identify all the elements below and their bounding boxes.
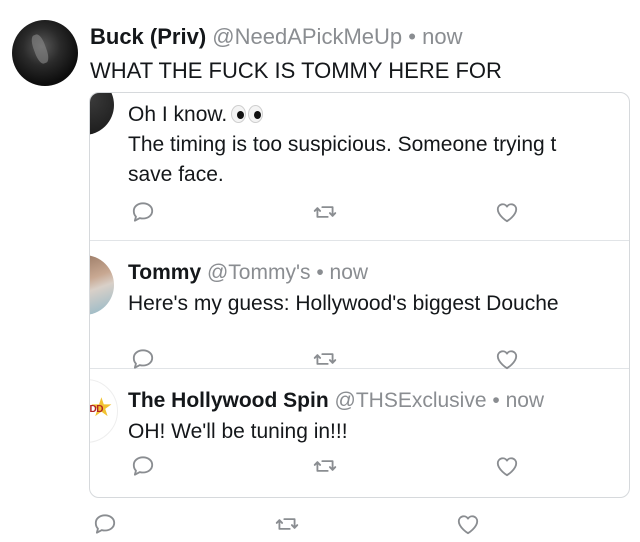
- thread-text: Here's my guess: Hollywood's biggest Dou…: [128, 292, 559, 315]
- thread-avatar[interactable]: [90, 255, 114, 315]
- thread-avatar[interactable]: ★ ODD: [89, 379, 118, 443]
- handle[interactable]: @Tommy's: [207, 261, 311, 284]
- comment-icon[interactable]: [92, 511, 118, 537]
- timestamp[interactable]: now: [330, 261, 369, 284]
- separator-dot: •: [316, 261, 324, 284]
- heart-icon[interactable]: [494, 199, 520, 225]
- user-avatar[interactable]: [12, 20, 78, 86]
- action-bar: [90, 453, 629, 479]
- thread-header: Tommy @Tommy's • now: [128, 261, 368, 285]
- handle[interactable]: @NeedAPickMeUp: [212, 24, 402, 49]
- retweet-icon[interactable]: [312, 199, 338, 225]
- tweet-header: Buck (Priv) @NeedAPickMeUp • now: [90, 24, 462, 50]
- separator-dot: •: [492, 389, 500, 412]
- eyes-emoji-icon: [231, 105, 265, 123]
- heart-icon[interactable]: [455, 511, 481, 537]
- thread-text-line: The timing is too suspicious. Someone tr…: [128, 133, 557, 156]
- comment-icon[interactable]: [130, 199, 156, 225]
- comment-icon[interactable]: [130, 453, 156, 479]
- thread-item[interactable]: Tommy @Tommy's • now Here's my guess: Ho…: [90, 241, 629, 369]
- retweet-icon[interactable]: [312, 453, 338, 479]
- heart-icon[interactable]: [494, 453, 520, 479]
- thread-text-line: save face.: [128, 163, 224, 186]
- tweet-action-bar: [0, 511, 640, 537]
- thread-item[interactable]: ★ ODD The Hollywood Spin @THSExclusive •…: [90, 369, 629, 497]
- separator-dot: •: [408, 24, 416, 49]
- thread-header: The Hollywood Spin @THSExclusive • now: [128, 389, 544, 413]
- handle[interactable]: @THSExclusive: [335, 389, 487, 412]
- action-bar: [90, 199, 629, 225]
- thread-item[interactable]: Oh I know. The timing is too suspicious.…: [90, 93, 629, 241]
- retweet-icon[interactable]: [274, 511, 300, 537]
- display-name[interactable]: Tommy: [128, 261, 201, 284]
- timestamp[interactable]: now: [422, 24, 462, 49]
- display-name[interactable]: The Hollywood Spin: [128, 389, 329, 412]
- thread-avatar[interactable]: [90, 93, 114, 135]
- display-name[interactable]: Buck (Priv): [90, 24, 206, 49]
- timestamp[interactable]: now: [506, 389, 545, 412]
- thread-text: OH! We'll be tuning in!!!: [128, 420, 348, 443]
- avatar-logo-text: ODD: [89, 404, 103, 415]
- thread-text-line: Oh I know.: [128, 103, 228, 126]
- quoted-thread[interactable]: Oh I know. The timing is too suspicious.…: [89, 92, 630, 498]
- tweet-text: WHAT THE FUCK IS TOMMY HERE FOR: [90, 58, 502, 83]
